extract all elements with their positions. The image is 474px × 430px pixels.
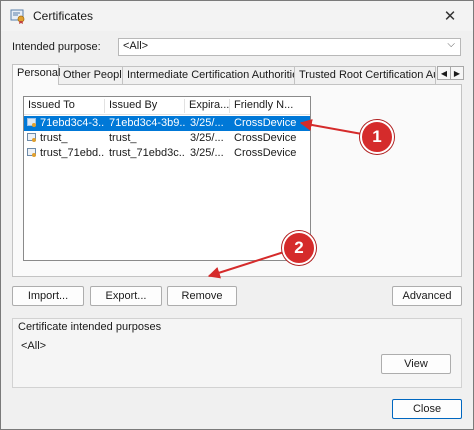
tab-intermediate-ca[interactable]: Intermediate Certification Authorities	[122, 66, 304, 84]
view-button[interactable]: View	[381, 354, 451, 374]
cell-issued-by: trust_	[109, 132, 137, 144]
cell-expiration: 3/25/...	[190, 147, 224, 159]
column-issued-by[interactable]: Issued By	[105, 99, 185, 113]
cell-issued-by: 71ebd3c4-3b9...	[109, 117, 185, 129]
certificate-purposes-value: <All>	[21, 340, 47, 352]
certificate-icon	[27, 133, 36, 142]
tab-panel-personal: Issued To Issued By Expira... Friendly N…	[12, 84, 462, 277]
certificate-icon	[27, 118, 36, 127]
tab-other-people[interactable]: Other People	[58, 66, 128, 84]
window-title: Certificates	[33, 9, 94, 23]
cell-friendly-name: CrossDevice	[234, 147, 297, 159]
certificates-dialog: Certificates ✕ Intended purpose: <All> ⌵…	[0, 0, 474, 430]
cell-issued-by: trust_71ebd3c...	[109, 147, 185, 159]
certificate-app-icon	[10, 9, 25, 24]
certificate-icon	[27, 148, 36, 157]
cell-friendly-name: CrossDevice	[234, 132, 297, 144]
tab-trusted-root-ca[interactable]: Trusted Root Certification Authorities	[294, 66, 436, 84]
title-bar: Certificates ✕	[1, 1, 473, 31]
close-button[interactable]: Close	[392, 399, 462, 419]
intended-purpose-label: Intended purpose:	[12, 41, 101, 53]
list-header: Issued To Issued By Expira... Friendly N…	[24, 97, 310, 115]
certificate-purposes-label: Certificate intended purposes	[18, 321, 162, 333]
certificate-row[interactable]: trust_ trust_ 3/25/... CrossDevice	[24, 131, 310, 146]
column-friendly-name[interactable]: Friendly N...	[230, 99, 295, 113]
certificate-row[interactable]: 71ebd3c4-3... 71ebd3c4-3b9... 3/25/... C…	[24, 116, 310, 131]
export-button[interactable]: Export...	[90, 286, 162, 306]
tab-scroll-left-icon[interactable]: ◀	[437, 66, 451, 80]
chevron-down-icon: ⌵	[447, 39, 455, 50]
certificate-purposes-group: Certificate intended purposes <All> View	[12, 318, 462, 388]
cell-friendly-name: CrossDevice	[234, 117, 297, 129]
window-close-icon[interactable]: ✕	[427, 1, 473, 31]
tab-strip: Personal Other People Intermediate Certi…	[12, 64, 464, 85]
cell-issued-to: trust_71ebd...	[40, 147, 104, 159]
import-button[interactable]: Import...	[12, 286, 84, 306]
cell-expiration: 3/25/...	[190, 132, 224, 144]
annotation-marker-2: 2	[282, 231, 316, 265]
tab-personal[interactable]: Personal	[12, 64, 60, 85]
remove-button[interactable]: Remove	[167, 286, 237, 306]
certificate-row[interactable]: trust_71ebd... trust_71ebd3c... 3/25/...…	[24, 146, 310, 161]
column-expiration[interactable]: Expira...	[185, 99, 230, 113]
certificate-list[interactable]: Issued To Issued By Expira... Friendly N…	[23, 96, 311, 261]
tab-scroll-right-icon[interactable]: ▶	[450, 66, 464, 80]
column-issued-to[interactable]: Issued To	[24, 99, 105, 113]
intended-purpose-value: <All>	[123, 40, 149, 52]
cell-expiration: 3/25/...	[190, 117, 224, 129]
cell-issued-to: trust_	[40, 132, 68, 144]
advanced-button[interactable]: Advanced	[392, 286, 462, 306]
cell-issued-to: 71ebd3c4-3...	[40, 117, 104, 129]
intended-purpose-dropdown[interactable]: <All> ⌵	[118, 38, 461, 56]
annotation-marker-1: 1	[360, 120, 394, 154]
